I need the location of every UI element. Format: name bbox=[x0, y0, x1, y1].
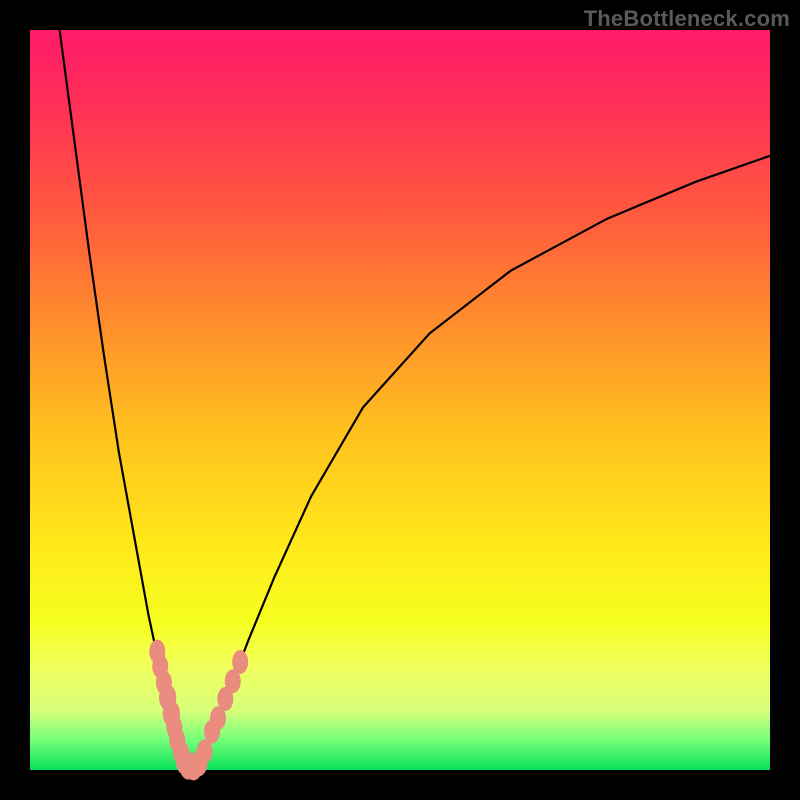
watermark-text: TheBottleneck.com bbox=[584, 6, 790, 32]
left-branch-curve bbox=[60, 30, 187, 767]
marker-group bbox=[149, 640, 248, 781]
chart-svg bbox=[30, 30, 770, 770]
plot-area bbox=[30, 30, 770, 770]
right-branch-curve bbox=[197, 156, 771, 767]
chart-frame: TheBottleneck.com bbox=[0, 0, 800, 800]
marker-point bbox=[232, 650, 248, 674]
